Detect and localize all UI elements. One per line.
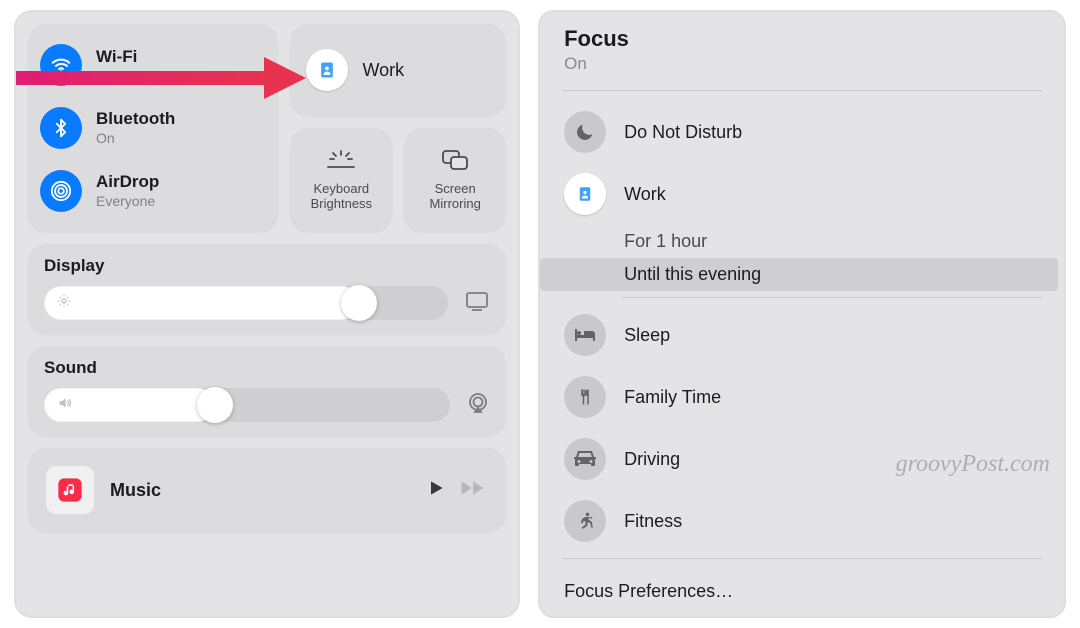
bluetooth-icon	[40, 107, 82, 149]
sound-tile: Sound	[28, 346, 506, 436]
control-center-panel: Wi-Fi lion-luma Bluetooth On	[14, 10, 520, 618]
next-track-icon[interactable]	[460, 477, 488, 504]
focus-work-icon	[306, 49, 348, 91]
screen-mirroring-tile[interactable]: Screen Mirroring	[404, 128, 506, 232]
wifi-title: Wi-Fi	[96, 47, 153, 67]
display-tile: Display	[28, 244, 506, 334]
music-app-icon	[46, 466, 94, 514]
focus-preferences-link[interactable]: Focus Preferences…	[540, 565, 1064, 618]
airdrop-icon	[40, 170, 82, 212]
wifi-toggle[interactable]: Wi-Fi lion-luma	[40, 40, 266, 90]
focus-mode-label: Work	[624, 184, 666, 205]
focus-mode-label: Fitness	[624, 511, 682, 532]
wifi-subtitle: lion-luma	[96, 68, 153, 84]
sound-label: Sound	[44, 358, 490, 378]
screen-mirroring-label: Screen Mirroring	[408, 182, 502, 212]
focus-mode-label: Family Time	[624, 387, 721, 408]
keyboard-brightness-icon	[326, 149, 356, 176]
bluetooth-subtitle: On	[96, 130, 175, 146]
focus-mode-fitness[interactable]: Fitness	[540, 490, 1064, 552]
sound-slider[interactable]	[44, 388, 450, 422]
focus-panel: Focus On Do Not Disturb Work For 1 hour …	[538, 10, 1066, 618]
screen-mirroring-icon	[441, 149, 469, 176]
volume-low-icon	[56, 395, 74, 416]
focus-status: On	[564, 54, 1040, 74]
focus-mode-dnd[interactable]: Do Not Disturb	[540, 101, 1064, 163]
focus-tile-label: Work	[362, 60, 404, 81]
display-menu-icon[interactable]	[464, 290, 490, 317]
keyboard-brightness-label: Keyboard Brightness	[294, 182, 388, 212]
focus-mode-sleep[interactable]: Sleep	[540, 304, 1064, 366]
play-icon[interactable]	[426, 477, 446, 504]
focus-mode-label: Sleep	[624, 325, 670, 346]
brightness-low-icon	[56, 293, 72, 314]
focus-mode-work[interactable]: Work	[540, 163, 1064, 225]
focus-mode-label: Do Not Disturb	[624, 122, 742, 143]
focus-option-1hour[interactable]: For 1 hour	[540, 225, 1064, 258]
focus-mode-family[interactable]: Family Time	[540, 366, 1064, 428]
airdrop-subtitle: Everyone	[96, 193, 159, 209]
connectivity-tile: Wi-Fi lion-luma Bluetooth On	[28, 24, 278, 232]
airdrop-toggle[interactable]: AirDrop Everyone	[40, 166, 266, 216]
display-slider[interactable]	[44, 286, 448, 320]
focus-modes-list: Do Not Disturb Work For 1 hour Until thi…	[540, 97, 1064, 552]
airplay-audio-icon[interactable]	[466, 391, 490, 420]
airdrop-title: AirDrop	[96, 172, 159, 192]
music-label: Music	[110, 480, 410, 501]
music-tile[interactable]: Music	[28, 448, 506, 532]
watermark: groovyPost.com	[896, 451, 1050, 478]
keyboard-brightness-tile[interactable]: Keyboard Brightness	[290, 128, 392, 232]
focus-option-until-evening[interactable]: Until this evening	[540, 258, 1058, 291]
display-label: Display	[44, 256, 490, 276]
moon-icon	[564, 111, 606, 153]
bluetooth-toggle[interactable]: Bluetooth On	[40, 103, 266, 153]
car-icon	[564, 438, 606, 480]
bluetooth-title: Bluetooth	[96, 109, 175, 129]
work-badge-icon	[564, 173, 606, 215]
focus-title: Focus	[564, 26, 1040, 52]
running-icon	[564, 500, 606, 542]
wifi-icon	[40, 44, 82, 86]
focus-mode-label: Driving	[624, 449, 680, 470]
bed-icon	[564, 314, 606, 356]
focus-tile[interactable]: Work	[290, 24, 506, 116]
utensils-icon	[564, 376, 606, 418]
